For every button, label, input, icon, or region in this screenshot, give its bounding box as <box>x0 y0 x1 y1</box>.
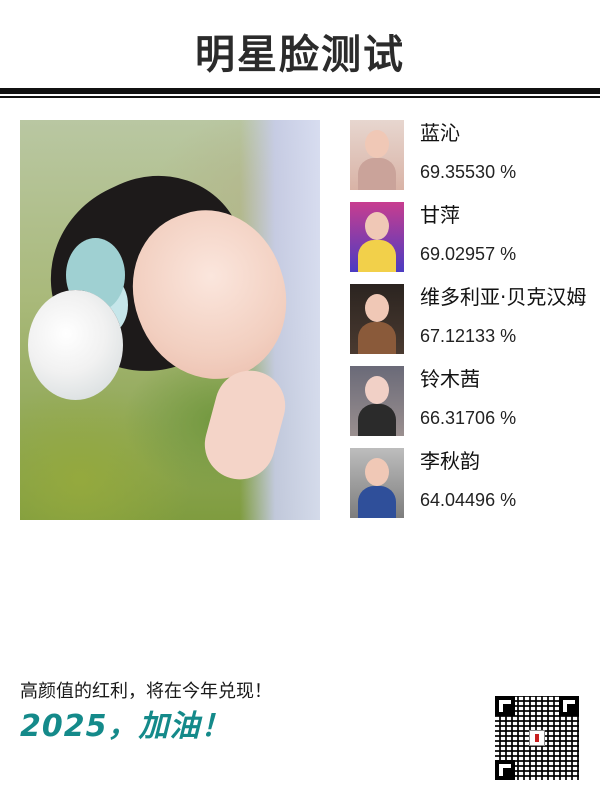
celebrity-name: 蓝沁 <box>420 121 460 145</box>
qr-finder <box>495 760 515 780</box>
thumbnail-head <box>365 294 389 322</box>
thumbnail-body <box>358 404 396 436</box>
thumbnail-head <box>365 130 389 158</box>
photo-hair-flowers <box>28 290 123 400</box>
celebrity-name: 维多利亚·贝克汉姆 <box>420 285 587 309</box>
similarity-score: 64.04496 % <box>420 490 517 510</box>
thumbnail-body <box>358 322 396 354</box>
match-item[interactable]: 李秋韵 64.04496 % <box>350 448 600 520</box>
celebrity-thumbnail <box>350 202 404 272</box>
thumbnail-head <box>365 376 389 404</box>
footer-slogan: 高颜值的红利，将在今年兑现！ <box>20 681 272 702</box>
thumbnail-head <box>365 458 389 486</box>
thumbnail-body <box>358 486 396 518</box>
match-item[interactable]: 铃木茜 66.31706 % <box>350 366 600 438</box>
qr-finder <box>495 696 515 716</box>
footer-cheer: 2025，加油！ <box>20 709 232 744</box>
similarity-score: 67.12133 % <box>420 326 517 346</box>
match-item[interactable]: 蓝沁 69.35530 % <box>350 120 600 192</box>
celebrity-thumbnail <box>350 448 404 518</box>
page-title: 明星脸测试 <box>195 32 405 78</box>
celebrity-name: 甘萍 <box>420 203 460 227</box>
thumbnail-body <box>358 240 396 272</box>
qr-center-logo <box>529 730 545 746</box>
similarity-score: 69.35530 % <box>420 162 517 182</box>
celebrity-thumbnail <box>350 284 404 354</box>
thumbnail-body <box>358 158 396 190</box>
match-item[interactable]: 甘萍 69.02957 % <box>350 202 600 274</box>
match-item[interactable]: 维多利亚·贝克汉姆 67.12133 % <box>350 284 600 356</box>
celebrity-name: 铃木茜 <box>420 367 480 391</box>
celebrity-name: 李秋韵 <box>420 449 480 473</box>
header-divider-thin <box>0 96 600 98</box>
qr-finder <box>559 696 579 716</box>
celebrity-thumbnail <box>350 366 404 436</box>
thumbnail-head <box>365 212 389 240</box>
uploaded-photo <box>20 120 320 520</box>
qr-code-icon[interactable] <box>495 696 579 780</box>
similarity-score: 69.02957 % <box>420 244 517 264</box>
header-divider-thick <box>0 88 600 94</box>
similarity-score: 66.31706 % <box>420 408 517 428</box>
celebrity-thumbnail <box>350 120 404 190</box>
